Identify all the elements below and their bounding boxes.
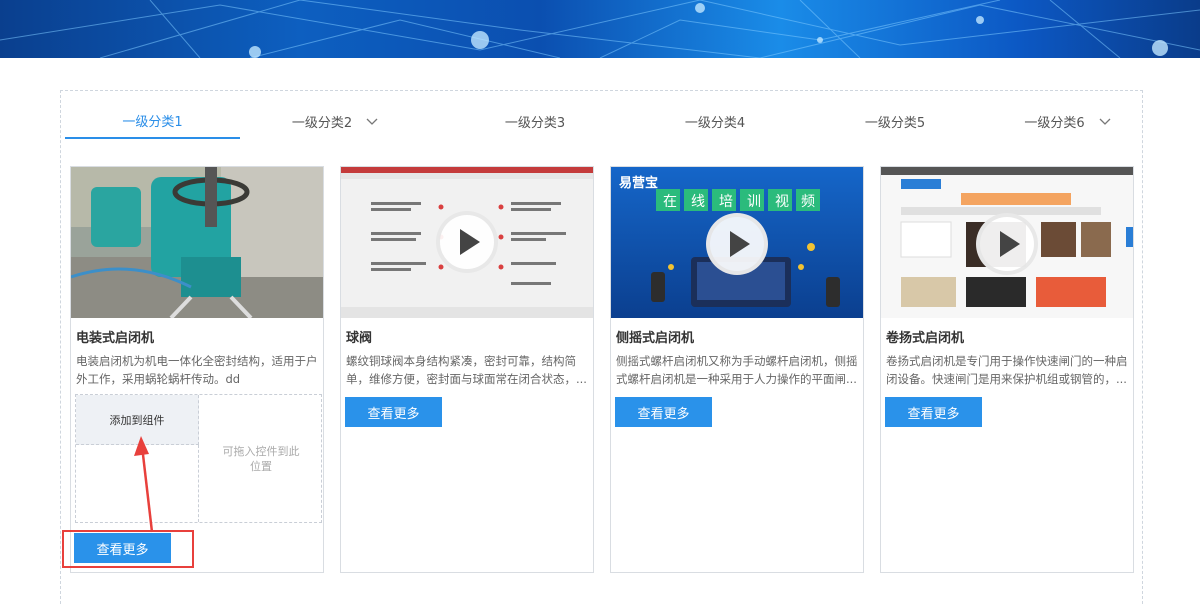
tab-category-6[interactable]: 一级分类6 [995, 103, 1140, 139]
product-section: 一级分类1 一级分类2 一级分类3 一级分类4 一级分类5 一级分类6 电装式启… [60, 90, 1143, 604]
brand-logo: 易营宝 [619, 176, 659, 191]
product-description: 螺纹铜球阀本身结构紧凑，密封可靠，结构简单，维修方便，密封面与球面常在闭合状态，… [346, 354, 587, 386]
dropzone-hint: 可拖入控件到此位置 [222, 444, 300, 473]
product-image[interactable] [71, 167, 323, 318]
play-icon[interactable] [706, 213, 768, 275]
product-title[interactable]: 卷扬式启闭机 [886, 327, 964, 346]
view-more-button[interactable]: 查看更多 [885, 397, 982, 427]
add-to-component-button[interactable]: 添加到组件 [76, 395, 199, 445]
product-card: 易营宝 在 线 培 训 视 频 侧摇式启闭机 侧摇式螺杆启闭机又称为手动螺杆启闭… [610, 166, 864, 573]
thumb-banner-text: 在 线 培 训 视 频 [656, 191, 820, 211]
product-card: 球阀 螺纹铜球阀本身结构紧凑，密封可靠，结构简单，维修方便，密封面与球面常在闭合… [340, 166, 594, 573]
chevron-down-icon[interactable] [366, 115, 378, 127]
product-description: 侧摇式螺杆启闭机又称为手动螺杆启闭机，侧摇式螺杆启闭机是一种采用于人力操作的平面… [616, 354, 858, 386]
tab-category-1[interactable]: 一级分类1 [65, 103, 240, 139]
header-banner [0, 0, 1200, 58]
play-icon[interactable] [976, 213, 1038, 275]
tab-label: 一级分类2 [291, 115, 353, 131]
banner-char: 线 [691, 194, 705, 210]
product-title[interactable]: 电装式启闭机 [76, 327, 154, 346]
product-video-thumbnail[interactable] [341, 167, 593, 318]
tab-label: 一级分类3 [504, 115, 566, 131]
tab-label: 一级分类6 [1024, 115, 1085, 131]
product-title[interactable]: 侧摇式启闭机 [616, 327, 694, 346]
tab-label: 一级分类1 [122, 114, 183, 130]
product-title[interactable]: 球阀 [346, 327, 372, 346]
banner-char: 频 [801, 194, 815, 210]
product-video-thumbnail[interactable]: 易营宝 在 线 培 训 视 频 [611, 167, 863, 318]
play-icon[interactable] [436, 211, 498, 273]
tab-category-5[interactable]: 一级分类5 [825, 103, 965, 139]
banner-char: 训 [747, 194, 761, 210]
component-dropzone: 添加到组件 可拖入控件到此位置 [75, 394, 322, 523]
tab-category-2[interactable]: 一级分类2 [265, 103, 405, 139]
product-description: 卷扬式启闭机是专门用于操作快速闸门的一种启闭设备。快速闸门是用来保护机组或钢管的… [886, 354, 1128, 386]
banner-char: 视 [775, 194, 789, 210]
product-card: 卷扬式启闭机 卷扬式启闭机是专门用于操作快速闸门的一种启闭设备。快速闸门是用来保… [880, 166, 1134, 573]
product-card: 电装式启闭机 电装启闭机为机电一体化全密封结构，适用于户外工作，采用蜗轮蜗杆传动… [70, 166, 324, 573]
product-description: 电装启闭机为机电一体化全密封结构，适用于户外工作，采用蜗轮蜗杆传动。dd [76, 354, 318, 386]
annotation-highlight-box [62, 530, 194, 568]
view-more-button[interactable]: 查看更多 [345, 397, 442, 427]
tab-category-3[interactable]: 一级分类3 [465, 103, 605, 139]
tab-label: 一级分类5 [864, 115, 926, 131]
view-more-button[interactable]: 查看更多 [615, 397, 712, 427]
chevron-down-icon[interactable] [1099, 115, 1111, 127]
category-tabs: 一级分类1 一级分类2 一级分类3 一级分类4 一级分类5 一级分类6 [65, 103, 1140, 139]
banner-char: 培 [719, 194, 733, 210]
tab-category-4[interactable]: 一级分类4 [645, 103, 785, 139]
product-video-thumbnail[interactable] [881, 167, 1133, 318]
tab-label: 一级分类4 [684, 115, 746, 131]
banner-char: 在 [663, 194, 677, 210]
dropzone-slot [76, 445, 199, 522]
